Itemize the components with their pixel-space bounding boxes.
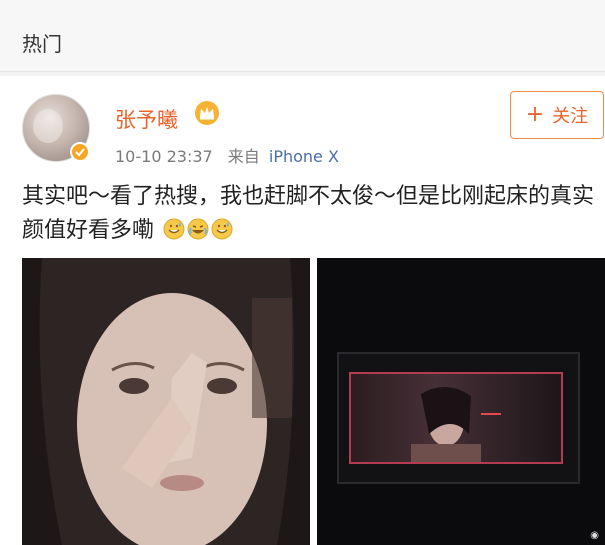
- section-title: 热门: [22, 32, 62, 56]
- post-body: 其实吧～看了热搜，我也赶脚不太俊～但是比刚起床的真实颜值好看多嘞: [22, 184, 595, 243]
- video-monitor: [337, 352, 580, 484]
- follow-label: 关注: [552, 106, 589, 127]
- post-source[interactable]: iPhone X: [269, 147, 339, 166]
- weibo-post-card: 张予曦 10-10 23:37 来自 iPhone X + 关注 其实吧～看了热…: [0, 76, 605, 545]
- selfie-illustration: [22, 258, 310, 545]
- section-header: 热门: [0, 0, 605, 72]
- follow-button[interactable]: + 关注: [510, 91, 604, 139]
- post-photo-monitor[interactable]: ◉: [317, 258, 605, 545]
- plus-icon: +: [525, 102, 545, 127]
- watermark-icon: ◉: [590, 530, 599, 541]
- post-text: 其实吧～看了热搜，我也赶脚不太俊～但是比刚起床的真实颜值好看多嘞: [22, 180, 602, 248]
- monitor-screen: [349, 372, 563, 464]
- grin-sweat-emoji-icon: [211, 218, 233, 240]
- grin-sweat-emoji-icon: [163, 218, 185, 240]
- monitor-portrait: [411, 386, 501, 462]
- verified-badge-icon: [70, 142, 90, 162]
- source-prefix: 来自: [227, 147, 260, 166]
- post-time: 10-10 23:37: [115, 147, 213, 166]
- laugh-cry-emoji-icon: [187, 218, 209, 240]
- crown-icon: [195, 101, 219, 125]
- username[interactable]: 张予曦: [115, 104, 178, 134]
- post-meta: 10-10 23:37 来自 iPhone X: [115, 143, 339, 167]
- post-photo-selfie[interactable]: [22, 258, 310, 545]
